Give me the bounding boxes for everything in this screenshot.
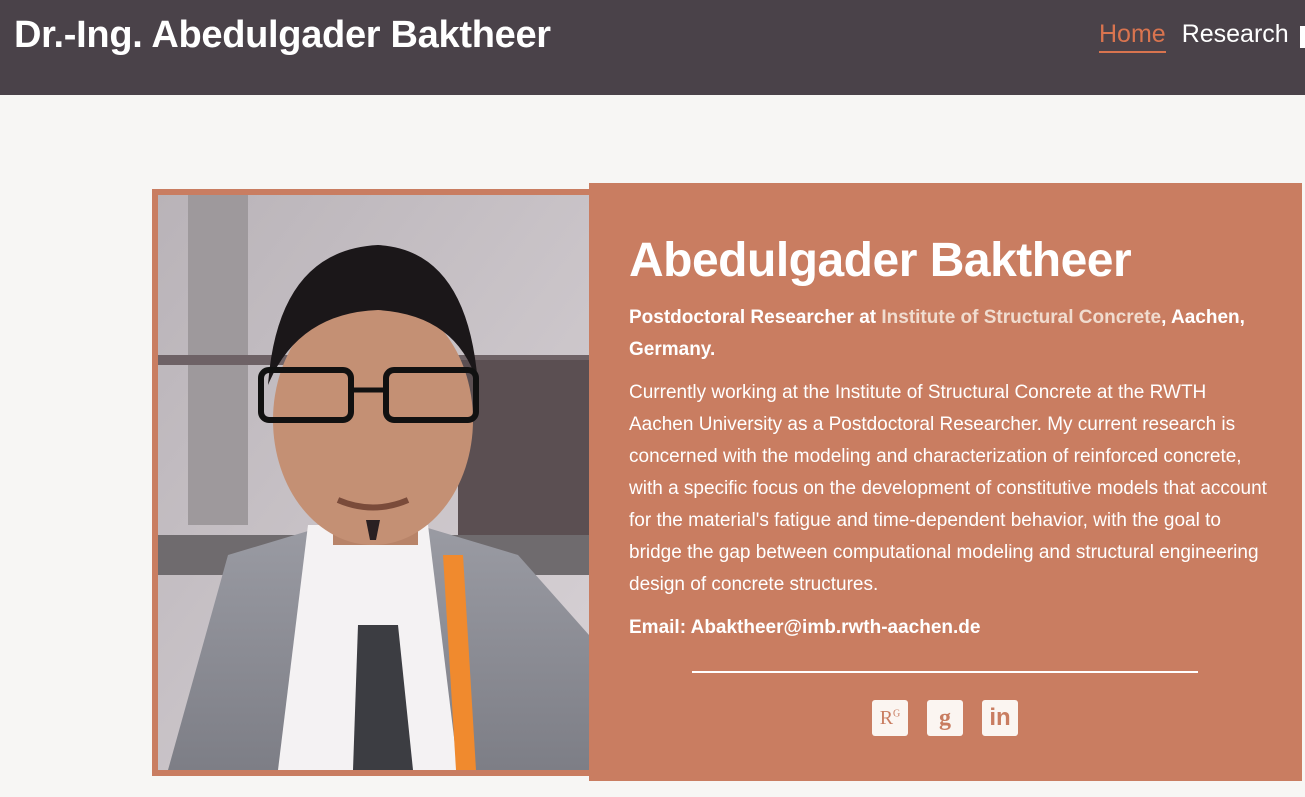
profile-role: Postdoctoral Researcher at Institute of … [629,302,1269,366]
social-links: RG g in [872,700,1037,736]
researchgate-icon[interactable]: RG [872,700,908,736]
profile-email[interactable]: Email: Abaktheer@imb.rwth-aachen.de [629,617,980,639]
profile-photo [158,195,589,770]
nav-research[interactable]: Research [1182,20,1289,51]
role-prefix: Postdoctoral Researcher at [629,307,882,328]
nav-home[interactable]: Home [1099,20,1166,53]
divider [692,671,1198,673]
profile-bio: Currently working at the Institute of St… [629,382,1267,595]
profile-name: Abedulgader Baktheer [629,234,1132,287]
site-title[interactable]: Dr.-Ing. Abedulgader Baktheer [14,14,551,57]
nav-next-item-clipped[interactable] [1300,26,1305,48]
linkedin-icon[interactable]: in [982,700,1018,736]
profile-card: Abedulgader Baktheer Postdoctoral Resear… [589,183,1302,781]
top-navbar: Dr.-Ing. Abedulgader Baktheer Home Resea… [0,0,1305,95]
main-nav: Home Research [1099,20,1305,56]
institute-link[interactable]: Institute of Structural Concrete [881,307,1161,328]
google-scholar-icon[interactable]: g [927,700,963,736]
